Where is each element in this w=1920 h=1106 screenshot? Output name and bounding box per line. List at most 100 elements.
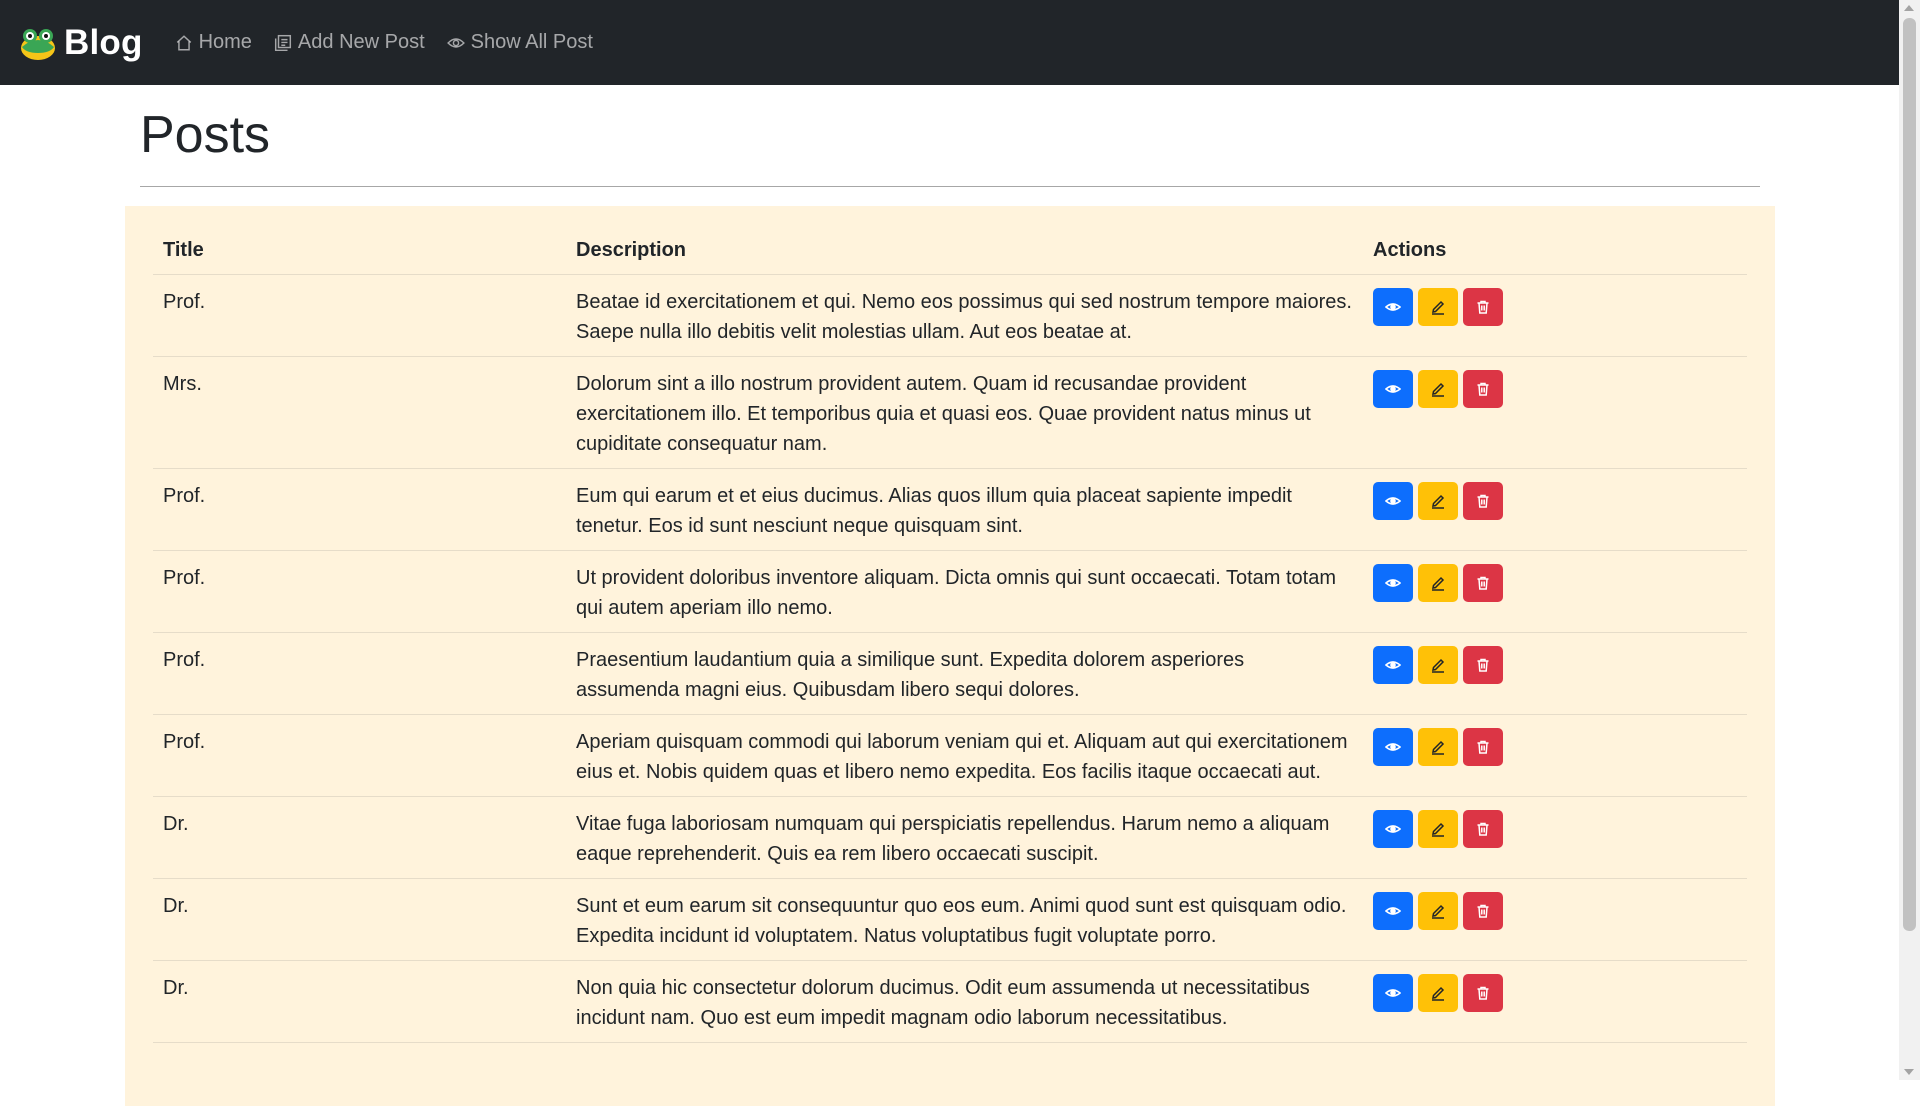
post-description: Ut provident doloribus inventore aliquam… — [566, 550, 1363, 633]
edit-button[interactable] — [1418, 974, 1458, 1012]
view-icon — [1385, 743, 1401, 751]
edit-button[interactable] — [1418, 482, 1458, 520]
posts-table: Title Description Actions Prof. Beatae id… — [153, 226, 1747, 1043]
post-title: Prof. — [153, 274, 566, 357]
main-container: Posts — [140, 85, 1760, 188]
post-actions — [1363, 714, 1747, 797]
table-row: Dr. Sunt et eum earum sit consequuntur qu… — [153, 878, 1747, 961]
scroll-down-arrow[interactable] — [1904, 1069, 1914, 1075]
post-actions — [1363, 632, 1747, 715]
post-title: Dr. — [153, 796, 566, 879]
edit-pencil-icon — [1432, 986, 1445, 1001]
brand-title: Blog — [64, 22, 143, 62]
post-title: Dr. — [153, 960, 566, 1043]
nav-add-new-post[interactable]: Add New Post — [274, 31, 425, 54]
post-title: Prof. — [153, 632, 566, 715]
post-description: Eum qui earum et et eius ducimus. Alias … — [566, 468, 1363, 551]
delete-button[interactable] — [1463, 370, 1503, 408]
view-button[interactable] — [1373, 646, 1413, 684]
table-row: Prof. Aperiam quisquam commodi qui laboru… — [153, 714, 1747, 797]
delete-button[interactable] — [1463, 482, 1503, 520]
edit-button[interactable] — [1418, 288, 1458, 326]
post-actions — [1363, 356, 1747, 469]
scroll-thumb[interactable] — [1903, 18, 1916, 931]
view-icon — [1385, 385, 1401, 393]
edit-pencil-icon — [1432, 382, 1445, 397]
view-button[interactable] — [1373, 288, 1413, 326]
post-actions — [1363, 468, 1747, 551]
delete-button[interactable] — [1463, 728, 1503, 766]
scroll-up-arrow[interactable] — [1904, 5, 1914, 11]
view-button[interactable] — [1373, 810, 1413, 848]
post-title: Prof. — [153, 468, 566, 551]
delete-button[interactable] — [1463, 288, 1503, 326]
trash-icon — [1477, 382, 1489, 396]
nav-show-all-post[interactable]: Show All Post — [446, 31, 593, 54]
eye-icon — [446, 37, 465, 48]
trash-icon — [1477, 904, 1489, 918]
table-row: Mrs. Dolorum sint a illo nostrum providen… — [153, 356, 1747, 469]
table-row: Prof. Beatae id exercitationem et qui. Ne… — [153, 274, 1747, 357]
delete-button[interactable] — [1463, 564, 1503, 602]
edit-pencil-icon — [1432, 740, 1445, 755]
edit-button[interactable] — [1418, 564, 1458, 602]
view-icon — [1385, 825, 1401, 833]
view-button[interactable] — [1373, 974, 1413, 1012]
trash-icon — [1477, 740, 1489, 754]
table-row: Prof. Eum qui earum et et eius ducimus. A… — [153, 468, 1747, 551]
trash-icon — [1477, 822, 1489, 836]
view-button[interactable] — [1373, 482, 1413, 520]
header-title: Title — [153, 226, 566, 275]
view-button[interactable] — [1373, 370, 1413, 408]
view-button[interactable] — [1373, 564, 1413, 602]
nav-show-all-post-label: Show All Post — [470, 31, 593, 53]
post-title: Prof. — [153, 714, 566, 797]
edit-pencil-icon — [1432, 494, 1445, 509]
post-title: Mrs. — [153, 356, 566, 469]
post-description: Aperiam quisquam commodi qui laborum ven… — [566, 714, 1363, 797]
trash-icon — [1477, 576, 1489, 590]
trash-icon — [1477, 494, 1489, 508]
edit-button[interactable] — [1418, 728, 1458, 766]
view-icon — [1385, 989, 1401, 997]
post-description: Praesentium laudantium quia a similique … — [566, 632, 1363, 715]
header-actions: Actions — [1363, 226, 1747, 275]
navbar: Blog Home Add New Post Show All Post — [0, 0, 1899, 85]
posts-table-wrapper: Title Description Actions Prof. Beatae id… — [125, 206, 1775, 1106]
trash-icon — [1477, 658, 1489, 672]
table-row: Prof. Ut provident doloribus inventore al… — [153, 550, 1747, 633]
edit-button[interactable] — [1418, 370, 1458, 408]
view-button[interactable] — [1373, 728, 1413, 766]
post-title: Prof. — [153, 550, 566, 633]
delete-button[interactable] — [1463, 892, 1503, 930]
post-actions — [1363, 796, 1747, 879]
delete-button[interactable] — [1463, 974, 1503, 1012]
delete-button[interactable] — [1463, 810, 1503, 848]
view-icon — [1385, 303, 1401, 311]
vertical-scrollbar[interactable] — [1899, 0, 1920, 1080]
add-post-icon — [274, 34, 291, 51]
home-icon — [176, 34, 191, 50]
post-actions — [1363, 274, 1747, 357]
view-button[interactable] — [1373, 892, 1413, 930]
title-divider — [140, 186, 1760, 188]
edit-pencil-icon — [1432, 300, 1445, 315]
frog-logo-icon — [21, 28, 55, 60]
post-title: Dr. — [153, 878, 566, 961]
view-icon — [1385, 497, 1401, 505]
edit-button[interactable] — [1418, 810, 1458, 848]
page-title: Posts — [140, 106, 271, 164]
brand-link[interactable]: Blog — [20, 23, 143, 63]
view-icon — [1385, 579, 1401, 587]
edit-button[interactable] — [1418, 892, 1458, 930]
post-actions — [1363, 550, 1747, 633]
edit-pencil-icon — [1432, 904, 1445, 919]
nav-home[interactable]: Home — [175, 31, 252, 54]
edit-button[interactable] — [1418, 646, 1458, 684]
delete-button[interactable] — [1463, 646, 1503, 684]
edit-pencil-icon — [1432, 576, 1445, 591]
view-icon — [1385, 907, 1401, 915]
post-description: Dolorum sint a illo nostrum provident au… — [566, 356, 1363, 469]
table-row: Dr. Non quia hic consectetur dolorum duci… — [153, 960, 1747, 1043]
header-description: Description — [566, 226, 1363, 275]
